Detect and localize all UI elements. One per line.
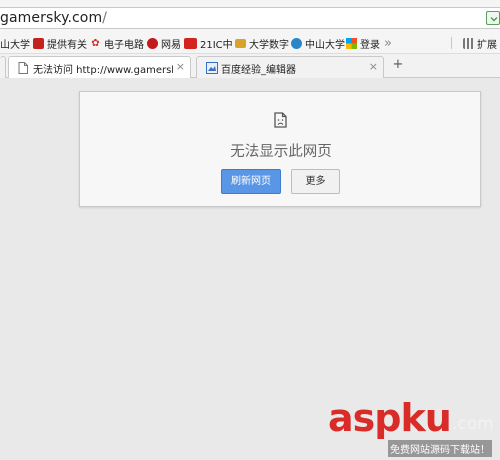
new-tab-button[interactable]: +	[389, 58, 407, 74]
bookmark-label: 提供有关	[47, 40, 87, 51]
tab-edge	[0, 56, 6, 78]
watermark-suffix: .com	[452, 414, 494, 434]
bookmark-item[interactable]: 中山大学	[291, 36, 345, 51]
tab-title: 无法访问 http://www.gamersky.con	[33, 65, 173, 76]
21ic-icon	[184, 38, 197, 49]
watermark: aspku .com 免费网站源码下载站！	[328, 398, 500, 460]
url-input[interactable]: gamersky.com/	[0, 7, 500, 29]
url-path: /	[102, 10, 108, 26]
bookmark-label: 21IC中	[200, 40, 233, 51]
extensions-button[interactable]: 扩展	[463, 36, 497, 51]
address-bar: gamersky.com/	[0, 0, 500, 32]
globe-icon	[291, 38, 302, 49]
bookmark-item[interactable]: ✿ 电子电路	[90, 36, 144, 51]
bookmark-item[interactable]: 提供有关	[33, 36, 87, 51]
tab-strip: 无法访问 http://www.gamersky.con × 百度经验_编辑器 …	[0, 54, 500, 79]
divider	[451, 37, 452, 49]
extensions-label: 扩展	[477, 40, 497, 51]
url-host: gamersky.com	[0, 10, 103, 26]
more-bookmarks-chevron[interactable]: »	[384, 36, 392, 51]
windows-icon	[346, 38, 357, 49]
watermark-brand: aspku	[328, 396, 452, 440]
tab-error-page[interactable]: 无法访问 http://www.gamersky.con ×	[8, 56, 191, 79]
bookmark-label: 大学数字	[249, 40, 289, 51]
grid-icon	[463, 38, 474, 49]
more-button[interactable]: 更多	[291, 169, 340, 194]
tab-title: 百度经验_编辑器	[221, 65, 296, 76]
bookmark-red-icon	[33, 38, 44, 49]
watermark-subtitle: 免费网站源码下载站！	[388, 440, 492, 457]
bookmark-item[interactable]: 大学数字	[235, 36, 289, 51]
error-title: 无法显示此网页	[230, 144, 332, 160]
error-card: 无法显示此网页 刷新网页 更多	[79, 91, 481, 207]
bookmark-label: 电子电路	[104, 40, 144, 51]
bookmarks-bar: 山大学 提供有关 ✿ 电子电路 网易 21IC中 大学数字 中山大学 登录 » …	[0, 32, 500, 54]
page-icon	[18, 62, 28, 74]
close-icon[interactable]: ×	[176, 60, 185, 73]
close-icon[interactable]: ×	[369, 60, 378, 73]
image-icon	[206, 62, 218, 74]
bookmark-label: 网易	[161, 40, 181, 51]
bookmark-item[interactable]: 21IC中	[184, 36, 233, 51]
red-leaf-icon: ✿	[91, 38, 100, 49]
bookmark-label: 登录	[360, 40, 380, 51]
refresh-button[interactable]: 刷新网页	[221, 169, 281, 194]
bookmark-item[interactable]: 山大学	[0, 36, 30, 51]
bookmark-label: 山大学	[0, 40, 30, 51]
bookmark-item[interactable]: 网易	[147, 36, 181, 51]
bookmark-label: 中山大学	[305, 40, 345, 51]
tab-baidu-editor[interactable]: 百度经验_编辑器 ×	[196, 56, 384, 78]
page-status-icon[interactable]	[486, 11, 500, 25]
url-text: gamersky.com/	[0, 10, 107, 26]
netease-icon	[147, 38, 158, 49]
chevron-double-icon: »	[384, 36, 392, 51]
bookmark-item[interactable]: 登录	[346, 36, 380, 51]
sad-page-icon	[274, 112, 287, 128]
folder-icon	[235, 39, 246, 48]
